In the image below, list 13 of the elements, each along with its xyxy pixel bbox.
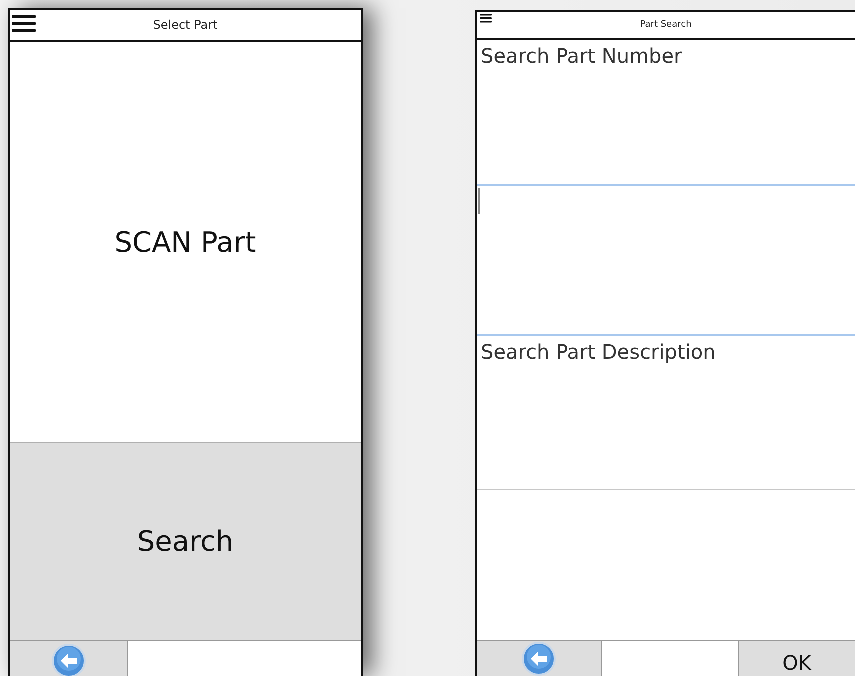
- field-label: Search Part Description: [480, 339, 717, 366]
- ok-button[interactable]: OK: [738, 641, 855, 676]
- field-label: Search Part Number: [480, 43, 684, 70]
- back-arrow-icon: [52, 644, 86, 676]
- search-button[interactable]: Search: [10, 442, 361, 640]
- input-field[interactable]: [477, 184, 855, 336]
- menu-icon[interactable]: [479, 14, 493, 23]
- screen-title: Part Search: [640, 20, 692, 30]
- back-button[interactable]: [477, 641, 602, 676]
- scan-part-button[interactable]: SCAN Part: [10, 42, 361, 442]
- menu-icon[interactable]: [12, 15, 36, 33]
- back-button[interactable]: [10, 641, 128, 676]
- screen-title: Select Part: [153, 18, 218, 32]
